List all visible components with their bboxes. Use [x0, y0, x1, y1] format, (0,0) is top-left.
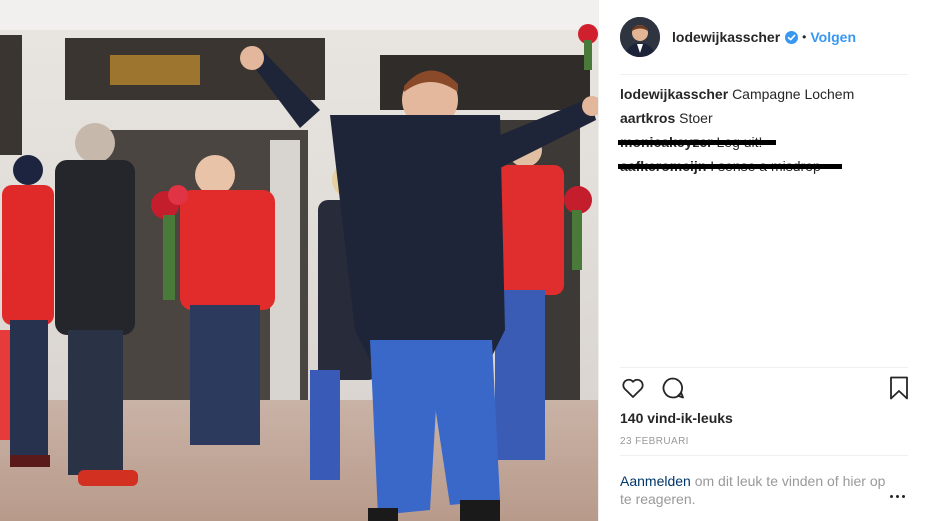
post-header: lodewijkasscher • Volgen: [620, 14, 908, 60]
comment-username[interactable]: lodewijkasscher: [620, 86, 728, 102]
comment-bubble-icon[interactable]: [660, 375, 686, 401]
likes-count[interactable]: 140 vind-ik-leuks: [620, 410, 733, 426]
post-date: 23 FEBRUARI: [620, 436, 689, 447]
actions-divider: [620, 367, 908, 368]
verified-badge-icon: [785, 30, 799, 44]
header-separator: •: [802, 30, 807, 44]
redaction-bar: [618, 140, 776, 145]
footer-divider: [620, 455, 908, 456]
login-link[interactable]: Aanmelden: [620, 473, 691, 489]
comment-username[interactable]: aartkros: [620, 110, 675, 126]
comment-item-redacted: monicakeyzer Leg uit!: [618, 133, 908, 151]
heart-icon[interactable]: [620, 375, 646, 401]
comment-item: aartkros Stoer: [620, 109, 908, 127]
login-prompt: Aanmelden om dit leuk te vinden of hier …: [620, 472, 886, 508]
action-bar: [620, 375, 908, 405]
post-username[interactable]: lodewijkasscher: [672, 29, 780, 45]
bookmark-icon[interactable]: [886, 375, 912, 401]
header-divider: [620, 74, 908, 75]
follow-button[interactable]: Volgen: [810, 29, 856, 45]
comments-list: lodewijkasscher Campagne Lochem aartkros…: [618, 85, 908, 181]
comment-item: lodewijkasscher Campagne Lochem: [620, 85, 908, 103]
more-options-icon[interactable]: [888, 489, 908, 503]
redaction-bar: [618, 164, 842, 169]
comment-text: Campagne Lochem: [732, 86, 855, 102]
comment-item-redacted: aafkeromeijn I sense a misdrop: [618, 157, 908, 175]
post-photo[interactable]: [0, 0, 598, 521]
avatar[interactable]: [620, 17, 660, 57]
comment-text: Stoer: [679, 110, 713, 126]
